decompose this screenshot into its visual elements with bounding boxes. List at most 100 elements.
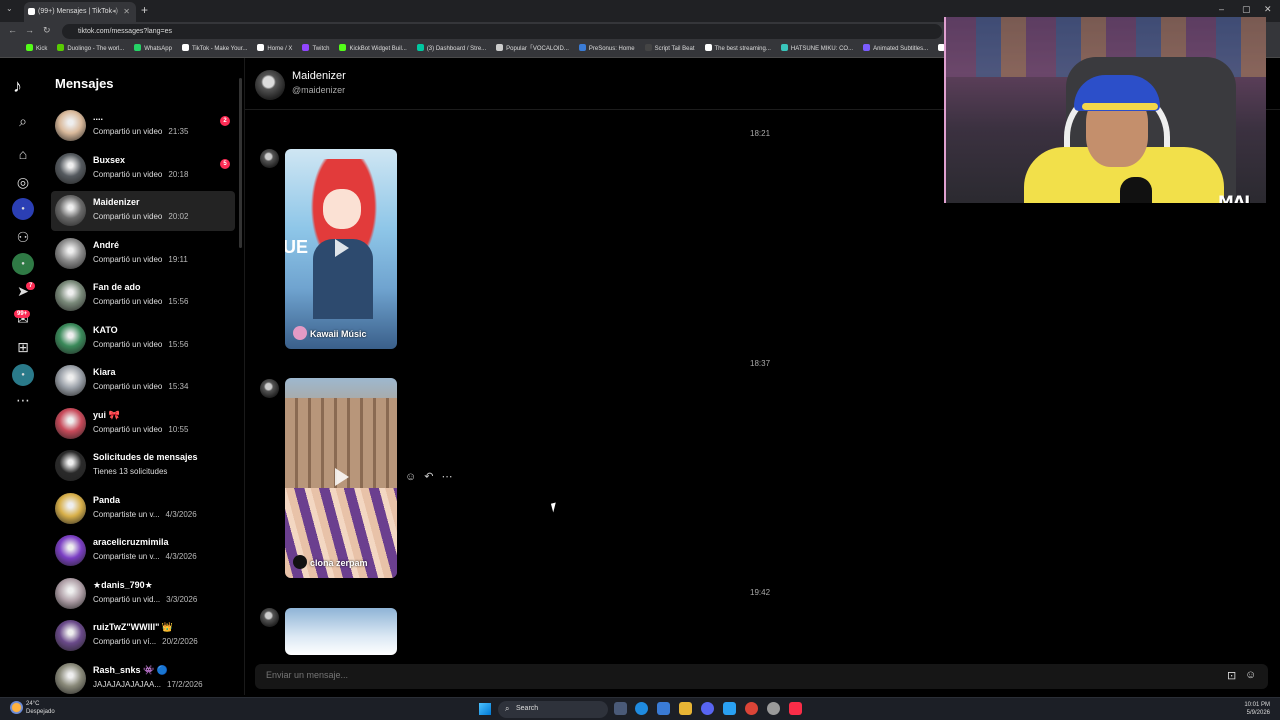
mail-icon[interactable] bbox=[657, 702, 670, 715]
taskbar-search[interactable]: ⌕ Search bbox=[498, 701, 608, 718]
app-icon[interactable] bbox=[723, 702, 736, 715]
conversation-item[interactable]: ruizTwZ"WWIII" 👑 Compartió un ví... 20/2/2… bbox=[51, 616, 235, 656]
conversation-item[interactable]: Kiara Compartió un video 15:34 bbox=[51, 361, 235, 401]
avatar[interactable] bbox=[255, 70, 285, 100]
message-timestamp: 18:37 bbox=[750, 359, 771, 368]
avatar[interactable] bbox=[55, 662, 86, 694]
more-icon[interactable]: ⋯ bbox=[12, 389, 34, 411]
upload-icon[interactable]: ⊞ bbox=[12, 336, 34, 358]
avatar[interactable] bbox=[55, 450, 86, 481]
avatar[interactable] bbox=[55, 237, 86, 269]
chrome-icon[interactable] bbox=[745, 702, 758, 715]
bookmark-item[interactable]: PreSonus: Home bbox=[578, 41, 635, 57]
bookmark-item[interactable]: Popular「VOCALOID... bbox=[496, 41, 569, 57]
avatar[interactable] bbox=[55, 110, 86, 141]
bookmark-item[interactable]: HATSUNE MIKU: CO... bbox=[780, 41, 853, 57]
chat-contact-name[interactable]: Maidenizer bbox=[292, 70, 346, 82]
emoji-icon[interactable]: ☺ bbox=[1245, 669, 1256, 681]
message-input[interactable] bbox=[266, 670, 1166, 680]
conversation-item[interactable]: aracelicruzmimila Compartiste un v... 4/3/… bbox=[51, 531, 235, 571]
conversation-item[interactable]: Buxsex Compartió un video 20:18 5 bbox=[51, 149, 235, 189]
conversation-item[interactable]: ★danis_790★ Compartió un vid... 3/3/2026 bbox=[51, 574, 235, 614]
task-view-icon[interactable] bbox=[614, 702, 627, 715]
conversation-item[interactable]: Fan de ado Compartió un video 15:56 bbox=[51, 276, 235, 316]
reload-icon[interactable]: ↻ bbox=[43, 25, 51, 36]
bookmark-item[interactable]: Home / X bbox=[257, 41, 292, 57]
explore-icon[interactable]: ◎ bbox=[12, 171, 34, 193]
bookmark-item[interactable]: TikTok - Make Your... bbox=[181, 41, 247, 57]
bookmark-item[interactable]: Duolingo - The worl... bbox=[57, 41, 124, 57]
shared-video[interactable]: UE Kawaii Músic bbox=[285, 149, 397, 349]
bookmark-item[interactable]: (3) Dashboard / Stre... bbox=[416, 41, 486, 57]
bookmark-item[interactable]: Kick bbox=[26, 41, 47, 57]
discord-icon[interactable] bbox=[701, 702, 714, 715]
play-icon[interactable] bbox=[335, 468, 349, 486]
bookmark-item[interactable]: Animated Subtitles... bbox=[863, 41, 928, 57]
avatar[interactable] bbox=[55, 322, 86, 354]
message-timestamp: 18:21 bbox=[750, 129, 771, 138]
search-icon[interactable]: ⌕ bbox=[12, 110, 34, 132]
avatar[interactable] bbox=[55, 492, 86, 524]
live-channel-icon[interactable]: ● bbox=[12, 198, 34, 220]
sticker-icon[interactable]: ⊡ bbox=[1227, 669, 1236, 682]
play-icon[interactable] bbox=[335, 239, 349, 257]
back-icon[interactable]: ← bbox=[8, 25, 17, 35]
new-tab-icon[interactable]: + bbox=[141, 3, 148, 17]
react-emoji-icon[interactable]: ☺ bbox=[405, 471, 416, 483]
conversation-item[interactable]: KATO Compartió un video 15:56 bbox=[51, 319, 235, 359]
avatar[interactable] bbox=[55, 577, 86, 609]
avatar[interactable] bbox=[55, 280, 86, 311]
tab-list-icon[interactable]: ⌄ bbox=[6, 4, 13, 13]
file-explorer-icon[interactable] bbox=[679, 702, 692, 715]
bookmark-item[interactable]: The best streaming... bbox=[704, 41, 771, 57]
maximize-icon[interactable]: ▢ bbox=[1242, 4, 1251, 15]
bookmark-label: Script Tail Beat bbox=[654, 46, 695, 52]
following-icon[interactable]: ⚇ bbox=[12, 226, 34, 248]
conversation-item[interactable]: Panda Compartiste un v... 4/3/2026 bbox=[51, 489, 235, 529]
edge-icon[interactable] bbox=[635, 702, 648, 715]
conversation-scrollbar[interactable] bbox=[239, 78, 242, 248]
conversation-item[interactable]: yui 🎀 Compartió un video 10:55 bbox=[51, 404, 235, 444]
close-icon[interactable]: ✕ bbox=[123, 7, 130, 16]
shared-video[interactable] bbox=[285, 608, 397, 655]
bookmark-favicon-icon bbox=[134, 44, 142, 51]
profile-avatar-icon[interactable]: ● bbox=[12, 364, 34, 386]
browser-tab[interactable]: (99+) Mensajes | TikTok ◂) ✕ bbox=[24, 2, 136, 22]
bookmark-item[interactable]: Script Tail Beat bbox=[644, 41, 695, 57]
friends-avatar-icon[interactable]: ● bbox=[12, 253, 34, 275]
avatar[interactable] bbox=[55, 535, 86, 566]
forward-icon[interactable]: → bbox=[25, 25, 34, 35]
avatar[interactable] bbox=[55, 407, 86, 439]
conversation-item[interactable]: André Compartió un video 19:11 bbox=[51, 234, 235, 274]
bookmark-item[interactable]: KickBot Widget Buil... bbox=[339, 41, 407, 57]
avatar[interactable] bbox=[55, 365, 86, 396]
bookmark-item[interactable]: WhatsApp bbox=[134, 41, 172, 57]
conversation-item[interactable]: Solicitudes de mensajes Tienes 13 solicit… bbox=[51, 446, 235, 486]
minimize-icon[interactable]: – bbox=[1219, 4, 1224, 14]
system-clock[interactable]: 10:01 PM 5/9/2026 bbox=[1244, 701, 1270, 717]
conversation-name: Kiara bbox=[93, 367, 116, 377]
weather-icon[interactable] bbox=[10, 701, 23, 714]
conversation-item[interactable]: Maidenizer Compartió un video 20:02 bbox=[51, 191, 235, 231]
shared-video[interactable]: clona zerpam bbox=[285, 378, 397, 578]
windows-start-icon[interactable] bbox=[479, 703, 491, 715]
conversation-item[interactable]: .... Compartió un video 21:35 2 bbox=[51, 106, 235, 146]
speaker-icon[interactable]: ◂) bbox=[112, 7, 118, 15]
music-app-icon[interactable] bbox=[789, 702, 802, 715]
weather-widget[interactable]: 24°C Despejado bbox=[26, 700, 55, 716]
sender-avatar[interactable] bbox=[260, 379, 279, 398]
more-options-icon[interactable]: ⋯ bbox=[441, 471, 452, 483]
url-field[interactable]: tiktok.com/messages?lang=es bbox=[62, 24, 942, 39]
bookmark-item[interactable]: Twitch bbox=[302, 41, 329, 57]
avatar[interactable] bbox=[55, 620, 86, 651]
reply-icon[interactable]: ↶ bbox=[424, 471, 433, 483]
tiktok-logo-icon[interactable]: ♪ bbox=[13, 76, 22, 97]
avatar[interactable] bbox=[55, 152, 86, 184]
window-close-icon[interactable]: ✕ bbox=[1264, 4, 1272, 15]
conversation-item[interactable]: Rash_snks 👾 🔵 JAJAJAJAJAJAA... 17/2/2026 bbox=[51, 659, 235, 699]
home-icon[interactable]: ⌂ bbox=[12, 143, 34, 165]
sender-avatar[interactable] bbox=[260, 149, 279, 168]
sender-avatar[interactable] bbox=[260, 608, 279, 627]
settings-gear-icon[interactable] bbox=[767, 702, 780, 715]
avatar[interactable] bbox=[55, 195, 86, 226]
